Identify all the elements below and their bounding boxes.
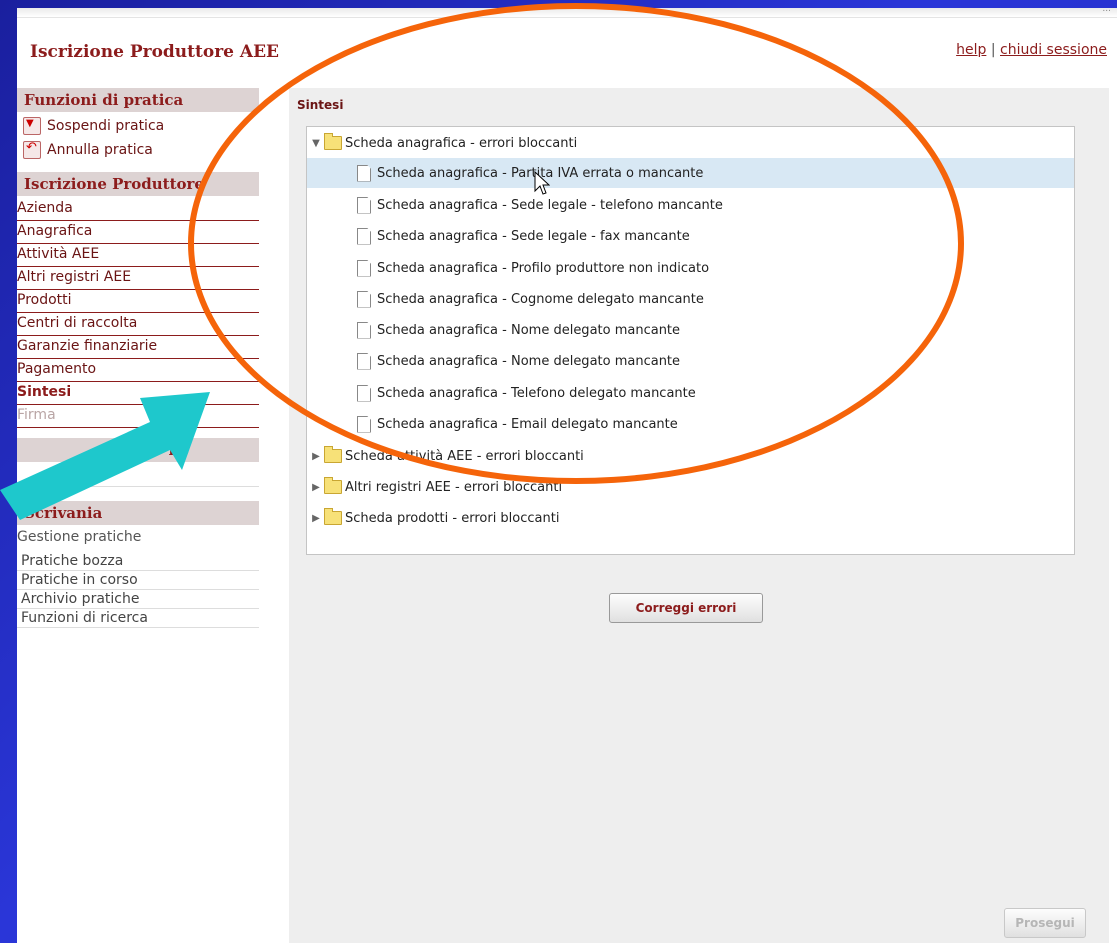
tree-folder-attivita[interactable]: ▶ Scheda attività AEE - errori bloccanti: [307, 441, 1074, 471]
cancel-practice-label: Annulla pratica: [47, 142, 153, 158]
tree-item[interactable]: Scheda anagrafica - Cognome delegato man…: [307, 284, 1074, 314]
caret-down-icon[interactable]: ▼: [310, 138, 322, 149]
main-panel: Sintesi ▼ Scheda anagrafica - errori blo…: [289, 88, 1109, 943]
nav-item-garanzie[interactable]: Garanzie finanziarie: [17, 336, 259, 359]
fix-errors-button[interactable]: Correggi errori: [609, 593, 763, 623]
tree-item-label: Scheda anagrafica - Cognome delegato man…: [377, 291, 704, 307]
desk-heading: Scrivania: [17, 501, 259, 525]
desk-item-ricerca[interactable]: Funzioni di ricerca: [17, 609, 259, 628]
suspend-practice-label: Sospendi pratica: [47, 118, 165, 134]
mouse-cursor-icon: [534, 171, 550, 195]
folder-open-icon: [324, 133, 342, 150]
tree-item-label: Scheda anagrafica - Nome delegato mancan…: [377, 322, 681, 338]
functions-heading: Funzioni di pratica: [17, 88, 259, 112]
corner-text: ...: [1102, 4, 1111, 14]
next-button: Prosegui: [1004, 908, 1086, 938]
suspend-practice-item[interactable]: Sospendi pratica: [17, 114, 259, 138]
document-icon: [357, 321, 371, 339]
logout-link[interactable]: chiudi sessione: [1000, 42, 1107, 58]
tree-item[interactable]: Scheda anagrafica - Profilo produttore n…: [307, 253, 1074, 283]
tree-item[interactable]: Scheda anagrafica - Sede legale - telefo…: [307, 190, 1074, 220]
cancel-practice-item[interactable]: Annulla pratica: [17, 138, 259, 162]
other-heading: ne: [17, 438, 259, 462]
nav-item-sintesi[interactable]: Sintesi: [17, 382, 259, 405]
document-icon: [357, 290, 371, 308]
tree-folder-label: Scheda anagrafica - errori bloccanti: [345, 135, 578, 151]
tree-item-label: Scheda anagrafica - Telefono delegato ma…: [377, 385, 696, 401]
tree-item[interactable]: Scheda anagrafica - Sede legale - fax ma…: [307, 221, 1074, 251]
document-icon: [357, 196, 371, 214]
caret-right-icon[interactable]: ▶: [310, 513, 322, 524]
tree-folder-label: Scheda prodotti - errori bloccanti: [345, 510, 560, 526]
caret-right-icon[interactable]: ▶: [310, 451, 322, 462]
tree-item[interactable]: Scheda anagrafica - Partita IVA errata o…: [307, 158, 1074, 188]
link-separator: |: [986, 42, 1000, 58]
tree-folder-altri-registri[interactable]: ▶ Altri registri AEE - errori bloccanti: [307, 472, 1074, 502]
document-icon: [357, 259, 371, 277]
error-tree: ▼ Scheda anagrafica - errori bloccanti S…: [306, 126, 1075, 555]
tree-folder-label: Scheda attività AEE - errori bloccanti: [345, 448, 584, 464]
tree-item[interactable]: Scheda anagrafica - Nome delegato mancan…: [307, 346, 1074, 376]
tree-folder-prodotti[interactable]: ▶ Scheda prodotti - errori bloccanti: [307, 503, 1074, 533]
desk-item-bozza[interactable]: Pratiche bozza: [17, 552, 259, 571]
tree-item-label: Scheda anagrafica - Sede legale - telefo…: [377, 197, 723, 213]
document-icon: [357, 352, 371, 370]
undo-icon: [23, 140, 41, 159]
tree-item-label: Scheda anagrafica - Email delegato manca…: [377, 416, 678, 432]
nav-item-centri-raccolta[interactable]: Centri di raccolta: [17, 313, 259, 336]
folder-icon: [324, 446, 342, 463]
suspend-icon: [23, 117, 41, 135]
tree-folder-anagrafica[interactable]: ▼ Scheda anagrafica - errori bloccanti: [307, 128, 1074, 158]
nav-item-other[interactable]: tazione: [17, 464, 259, 487]
folder-icon: [324, 508, 342, 525]
section-label: Sintesi: [297, 98, 344, 112]
tree-item[interactable]: Scheda anagrafica - Nome delegato mancan…: [307, 315, 1074, 345]
tree-folder-label: Altri registri AEE - errori bloccanti: [345, 479, 563, 495]
nav-item-attivita-aee[interactable]: Attività AEE: [17, 244, 259, 267]
tree-item-label: Scheda anagrafica - Nome delegato mancan…: [377, 353, 681, 369]
page-title: Iscrizione Produttore AEE: [30, 42, 279, 62]
document-icon: [357, 164, 371, 182]
help-link[interactable]: help: [956, 42, 986, 58]
desk-item-archivio[interactable]: Archivio pratiche: [17, 590, 259, 609]
document-icon: [357, 415, 371, 433]
nav-item-azienda[interactable]: Azienda: [17, 198, 259, 221]
caret-right-icon[interactable]: ▶: [310, 482, 322, 493]
document-icon: [357, 384, 371, 402]
nav-item-altri-registri[interactable]: Altri registri AEE: [17, 267, 259, 290]
folder-icon: [324, 477, 342, 494]
desk-item-in-corso[interactable]: Pratiche in corso: [17, 571, 259, 590]
top-strip: ...: [17, 4, 1117, 18]
tree-item[interactable]: Scheda anagrafica - Telefono delegato ma…: [307, 378, 1074, 408]
registration-heading: Iscrizione Produttore: [17, 172, 259, 196]
nav-item-firma: Firma: [17, 405, 259, 428]
nav-item-pagamento[interactable]: Pagamento: [17, 359, 259, 382]
app-window: ... Iscrizione Produttore AEE help | chi…: [17, 4, 1117, 943]
desk-group-label: Gestione pratiche: [17, 529, 142, 545]
sidebar: Funzioni di pratica Sospendi pratica Ann…: [17, 88, 259, 628]
nav-item-anagrafica[interactable]: Anagrafica: [17, 221, 259, 244]
nav-item-prodotti[interactable]: Prodotti: [17, 290, 259, 313]
header-links: help | chiudi sessione: [956, 42, 1107, 58]
tree-item-label: Scheda anagrafica - Profilo produttore n…: [377, 260, 710, 276]
tree-item[interactable]: Scheda anagrafica - Email delegato manca…: [307, 409, 1074, 439]
header: Iscrizione Produttore AEE help | chiudi …: [17, 18, 1117, 78]
tree-item-label: Scheda anagrafica - Sede legale - fax ma…: [377, 228, 690, 244]
document-icon: [357, 227, 371, 245]
